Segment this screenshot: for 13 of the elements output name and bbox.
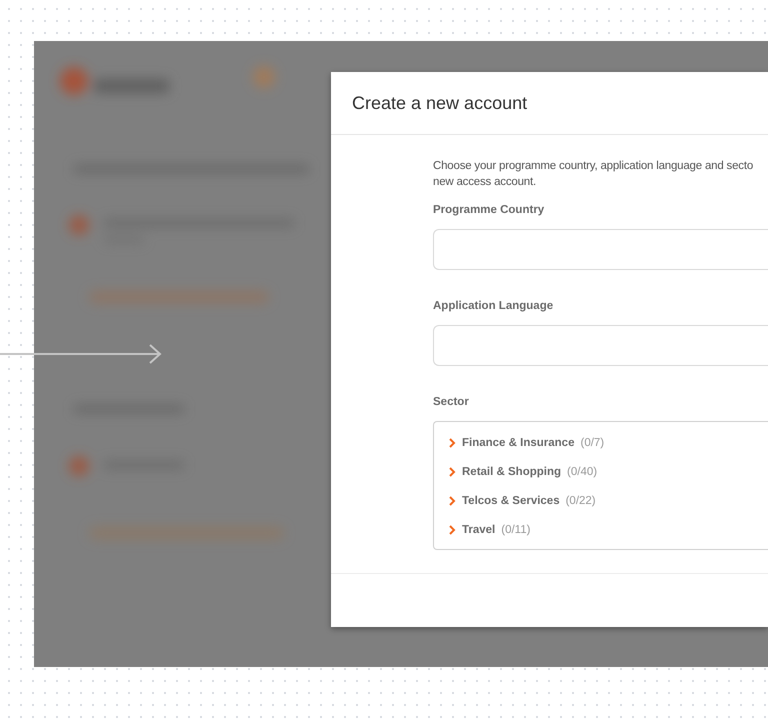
field-label: Sector: [433, 396, 470, 408]
dialog-title: Create a new account: [352, 92, 528, 114]
intro-text: Choose your programme country, application language and secto: [433, 159, 754, 174]
sector-item[interactable]: Telcos & Services (0/22): [448, 491, 596, 511]
sector-item[interactable]: Finance & Insurance (0/7): [448, 433, 604, 453]
arrow-icon: [0, 344, 162, 364]
select-field[interactable]: [433, 229, 768, 270]
field-label: Application Language: [433, 300, 554, 312]
sector-item[interactable]: Travel (0/11): [448, 520, 530, 540]
intro-text: new access account.: [433, 175, 537, 190]
field-label: Programme Country: [433, 204, 546, 216]
sector-item[interactable]: Retail & Shopping (0/40): [448, 462, 598, 482]
select-field[interactable]: [433, 325, 768, 366]
